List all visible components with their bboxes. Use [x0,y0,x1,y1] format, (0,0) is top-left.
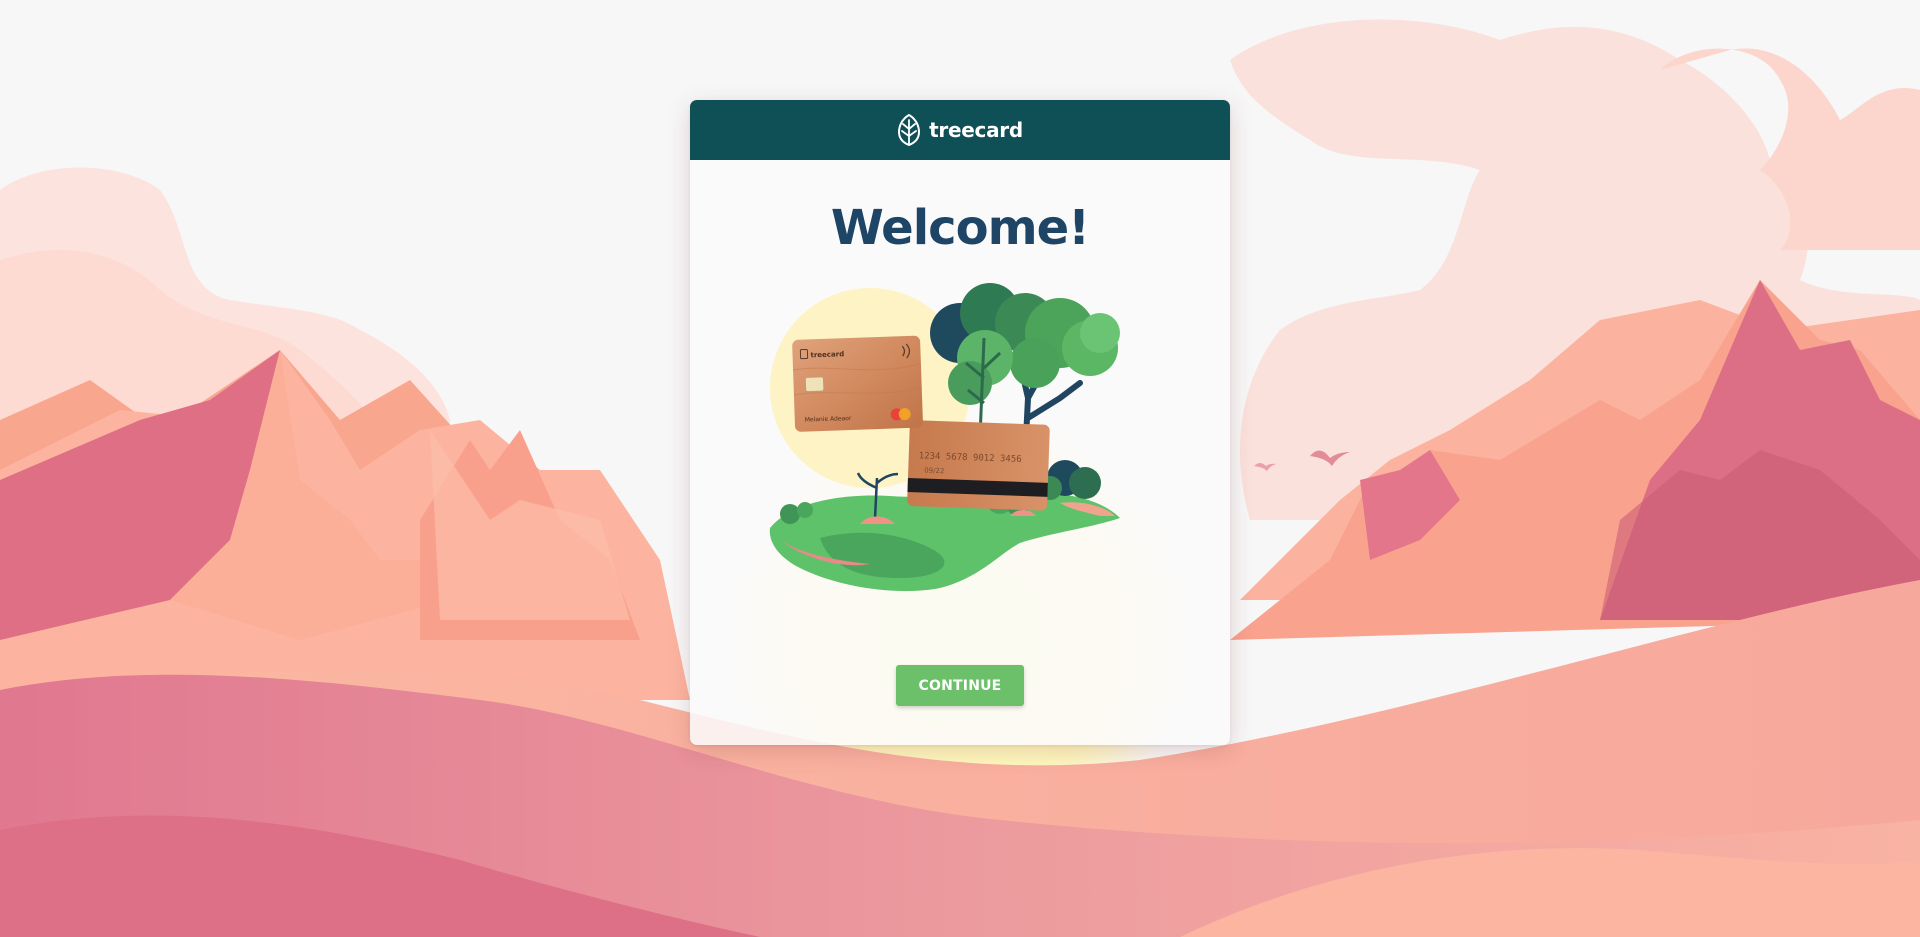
card-brand: treecard [810,350,844,359]
card-front: treecard Melanie Adeaor [792,335,923,432]
continue-button[interactable]: CONTINUE [896,665,1024,706]
brand-name: treecard [929,118,1023,142]
modal-header: treecard [690,100,1230,160]
welcome-modal: treecard Welcome! 1234 5678 9012 3456 09… [690,100,1230,745]
treecard-illustration: 1234 5678 9012 3456 09/22 treecard Melan… [769,283,1120,592]
card-back: 1234 5678 9012 3456 09/22 [907,420,1050,511]
card-expiry: 09/22 [924,467,944,476]
welcome-title: Welcome! [830,200,1090,256]
chip-icon [804,376,825,392]
leaf-logo-icon [898,114,921,146]
